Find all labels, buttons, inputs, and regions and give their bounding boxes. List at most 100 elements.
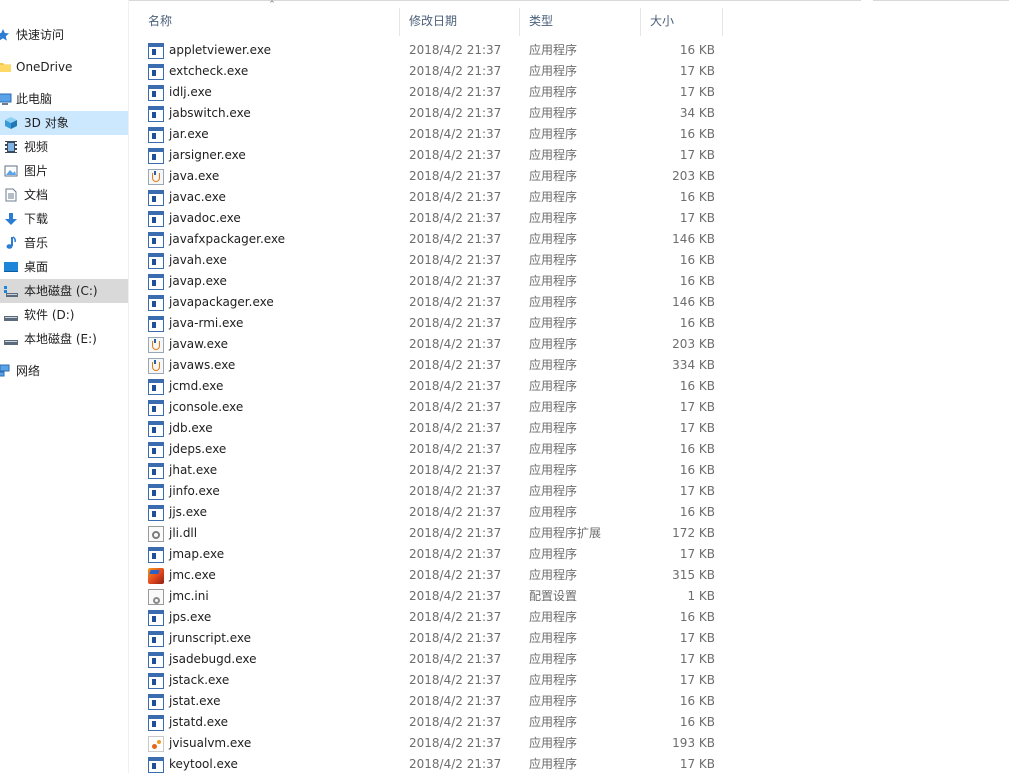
file-row[interactable]: javap.exe 2018/4/2 21:37 应用程序 16 KB <box>139 271 723 292</box>
file-type: 应用程序 <box>529 610 578 624</box>
sidebar-item-label: 音乐 <box>24 236 49 250</box>
file-name: jvisualvm.exe <box>169 736 252 750</box>
file-date: 2018/4/2 21:37 <box>409 400 502 414</box>
column-header-date[interactable]: 修改日期 <box>400 8 520 36</box>
file-date: 2018/4/2 21:37 <box>409 190 502 204</box>
file-row[interactable]: java-rmi.exe 2018/4/2 21:37 应用程序 16 KB <box>139 313 723 334</box>
file-row[interactable]: jarsigner.exe 2018/4/2 21:37 应用程序 17 KB <box>139 145 723 166</box>
file-row[interactable]: javaw.exe 2018/4/2 21:37 应用程序 203 KB <box>139 334 723 355</box>
file-row[interactable]: jcmd.exe 2018/4/2 21:37 应用程序 16 KB <box>139 376 723 397</box>
sidebar-item-downloads[interactable]: 下载 <box>0 207 128 231</box>
file-row[interactable]: jdb.exe 2018/4/2 21:37 应用程序 17 KB <box>139 418 723 439</box>
file-row[interactable]: jhat.exe 2018/4/2 21:37 应用程序 16 KB <box>139 460 723 481</box>
file-size: 34 KB <box>679 106 715 120</box>
application-exe-icon <box>148 379 164 395</box>
video-icon <box>5 141 17 153</box>
application-exe-icon <box>148 400 164 416</box>
network-icon <box>0 364 10 377</box>
file-size: 16 KB <box>679 379 715 393</box>
sidebar-item-desktop[interactable]: 桌面 <box>0 255 128 279</box>
file-date: 2018/4/2 21:37 <box>409 694 502 708</box>
sidebar-divider <box>128 0 129 773</box>
sidebar-item-drive-d[interactable]: 软件 (D:) <box>0 303 128 327</box>
file-row[interactable]: jstat.exe 2018/4/2 21:37 应用程序 16 KB <box>139 691 723 712</box>
column-header-name[interactable]: 名称 <box>139 8 400 36</box>
column-header-row: ⌃ 名称 修改日期 类型 大小 <box>139 0 723 36</box>
file-row[interactable]: keytool.exe 2018/4/2 21:37 应用程序 17 KB <box>139 754 723 775</box>
sidebar-item-drive-c[interactable]: 本地磁盘 (C:) <box>0 279 128 303</box>
file-row[interactable]: jjs.exe 2018/4/2 21:37 应用程序 16 KB <box>139 502 723 523</box>
file-row[interactable]: java.exe 2018/4/2 21:37 应用程序 203 KB <box>139 166 723 187</box>
application-exe-icon <box>148 316 164 332</box>
file-row[interactable]: jvisualvm.exe 2018/4/2 21:37 应用程序 193 KB <box>139 733 723 754</box>
file-row[interactable]: javah.exe 2018/4/2 21:37 应用程序 16 KB <box>139 250 723 271</box>
sidebar-item-music[interactable]: 音乐 <box>0 231 128 255</box>
file-row[interactable]: idlj.exe 2018/4/2 21:37 应用程序 17 KB <box>139 82 723 103</box>
file-row[interactable]: jabswitch.exe 2018/4/2 21:37 应用程序 34 KB <box>139 103 723 124</box>
file-row[interactable]: jmc.ini 2018/4/2 21:37 配置设置 1 KB <box>139 586 723 607</box>
file-row[interactable]: javapackager.exe 2018/4/2 21:37 应用程序 146 KB <box>139 292 723 313</box>
file-date: 2018/4/2 21:37 <box>409 295 502 309</box>
sidebar-item-onedrive[interactable]: OneDrive <box>0 55 128 79</box>
file-row[interactable]: jstatd.exe 2018/4/2 21:37 应用程序 16 KB <box>139 712 723 733</box>
window-top-border-right <box>873 0 1009 1</box>
application-exe-icon <box>148 442 164 458</box>
file-name: javadoc.exe <box>169 211 241 225</box>
file-size: 16 KB <box>679 715 715 729</box>
application-exe-icon <box>148 190 164 206</box>
java-coffee-icon <box>148 358 164 374</box>
file-row[interactable]: jmap.exe 2018/4/2 21:37 应用程序 17 KB <box>139 544 723 565</box>
sidebar-item-documents[interactable]: 文档 <box>0 183 128 207</box>
column-header-type[interactable]: 类型 <box>520 8 641 36</box>
file-name: jconsole.exe <box>169 400 244 414</box>
file-row[interactable]: javaws.exe 2018/4/2 21:37 应用程序 334 KB <box>139 355 723 376</box>
file-name: javah.exe <box>169 253 227 267</box>
sidebar-item-3d-objects[interactable]: 3D 对象 <box>0 111 128 135</box>
file-date: 2018/4/2 21:37 <box>409 337 502 351</box>
sidebar-item-videos[interactable]: 视频 <box>0 135 128 159</box>
file-date: 2018/4/2 21:37 <box>409 547 502 561</box>
file-row[interactable]: appletviewer.exe 2018/4/2 21:37 应用程序 16 KB <box>139 40 723 61</box>
application-exe-icon <box>148 631 164 647</box>
file-row[interactable]: jrunscript.exe 2018/4/2 21:37 应用程序 17 KB <box>139 628 723 649</box>
file-date: 2018/4/2 21:37 <box>409 526 502 540</box>
music-note-icon <box>6 236 16 249</box>
file-row[interactable]: javadoc.exe 2018/4/2 21:37 应用程序 17 KB <box>139 208 723 229</box>
file-date: 2018/4/2 21:37 <box>409 715 502 729</box>
file-size: 193 KB <box>672 736 715 750</box>
file-row[interactable]: jinfo.exe 2018/4/2 21:37 应用程序 17 KB <box>139 481 723 502</box>
file-row[interactable]: jps.exe 2018/4/2 21:37 应用程序 16 KB <box>139 607 723 628</box>
file-row[interactable]: javafxpackager.exe 2018/4/2 21:37 应用程序 146 … <box>139 229 723 250</box>
file-type: 配置设置 <box>529 589 578 603</box>
file-row[interactable]: jmc.exe 2018/4/2 21:37 应用程序 315 KB <box>139 565 723 586</box>
file-date: 2018/4/2 21:37 <box>409 736 502 750</box>
application-exe-icon <box>148 295 164 311</box>
file-row[interactable]: jstack.exe 2018/4/2 21:37 应用程序 17 KB <box>139 670 723 691</box>
sidebar-item-pictures[interactable]: 图片 <box>0 159 128 183</box>
sidebar-item-quick-access[interactable]: 快速访问 <box>0 23 128 47</box>
sidebar-item-label: 软件 (D:) <box>24 308 75 322</box>
file-name: jarsigner.exe <box>169 148 246 162</box>
sidebar-item-network[interactable]: 网络 <box>0 359 128 383</box>
file-row[interactable]: jdeps.exe 2018/4/2 21:37 应用程序 16 KB <box>139 439 723 460</box>
file-date: 2018/4/2 21:37 <box>409 106 502 120</box>
application-exe-icon <box>148 232 164 248</box>
file-size: 203 KB <box>672 337 715 351</box>
file-row[interactable]: jli.dll 2018/4/2 21:37 应用程序扩展 172 KB <box>139 523 723 544</box>
file-row[interactable]: jconsole.exe 2018/4/2 21:37 应用程序 17 KB <box>139 397 723 418</box>
file-row[interactable]: jsadebugd.exe 2018/4/2 21:37 应用程序 17 KB <box>139 649 723 670</box>
file-type: 应用程序 <box>529 715 578 729</box>
file-name: javapackager.exe <box>169 295 274 309</box>
document-icon <box>5 188 17 202</box>
file-name: jdb.exe <box>169 421 213 435</box>
file-date: 2018/4/2 21:37 <box>409 379 502 393</box>
sidebar-item-drive-e[interactable]: 本地磁盘 (E:) <box>0 327 128 351</box>
file-size: 17 KB <box>679 421 715 435</box>
sidebar-item-label: 视频 <box>24 140 49 154</box>
column-header-size[interactable]: 大小 <box>641 8 723 36</box>
file-row[interactable]: extcheck.exe 2018/4/2 21:37 应用程序 17 KB <box>139 61 723 82</box>
file-name: javafxpackager.exe <box>169 232 286 246</box>
file-row[interactable]: javac.exe 2018/4/2 21:37 应用程序 16 KB <box>139 187 723 208</box>
file-row[interactable]: jar.exe 2018/4/2 21:37 应用程序 16 KB <box>139 124 723 145</box>
sidebar-item-this-pc[interactable]: 此电脑 <box>0 87 128 111</box>
